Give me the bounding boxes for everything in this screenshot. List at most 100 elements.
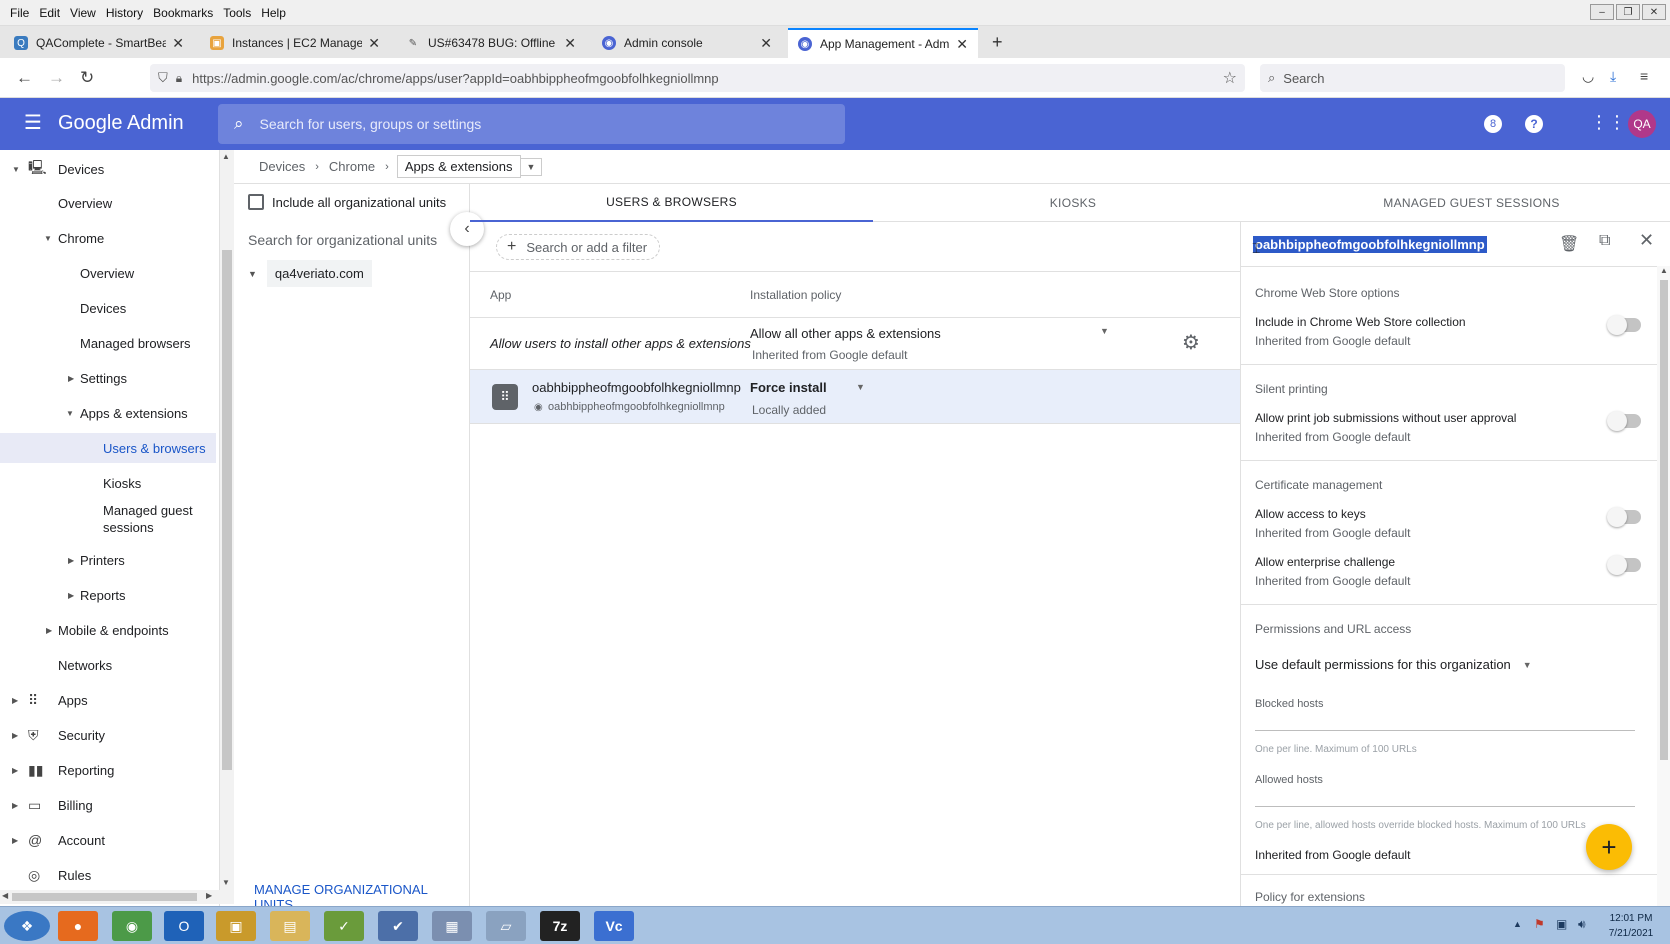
close-tab-icon[interactable]: ✕ [368, 35, 380, 52]
main-menu-icon[interactable]: ☰ [24, 110, 42, 135]
row-app-name[interactable]: oabhbippheofmgoobfolhkegniollmnp [532, 380, 741, 395]
nav-chrome-devices[interactable]: Devices [0, 293, 219, 323]
dropdown-caret-icon[interactable]: ▼ [1100, 326, 1109, 336]
tray-clock[interactable]: 12:01 PM 7/21/2021 [1600, 911, 1662, 941]
google-admin-logo[interactable]: Google Admin [58, 112, 184, 135]
admin-search-input[interactable]: ⌕ Search for users, groups or settings [218, 104, 845, 144]
ou-tree-root[interactable]: ▼ qa4veriato.com [248, 260, 372, 287]
nav-networks[interactable]: Networks [0, 650, 219, 680]
menu-help[interactable]: Help [261, 6, 286, 20]
reload-icon[interactable]: ↻ [80, 68, 94, 88]
nav-mobile-endpoints[interactable]: ▶ Mobile & endpoints [0, 615, 219, 645]
scroll-up-icon[interactable]: ▲ [222, 152, 230, 161]
breadcrumb-apps-extensions[interactable]: Apps & extensions [396, 155, 521, 178]
menu-history[interactable]: History [106, 6, 143, 20]
nav-devices[interactable]: ▼ 🖳︎ Devices [0, 154, 219, 184]
open-in-new-icon[interactable]: ⧉ [1599, 232, 1610, 250]
back-icon[interactable]: ← [16, 68, 33, 88]
nav-account[interactable]: ▶ @ Account [0, 825, 219, 855]
spreadsheet-icon[interactable]: ✓ [324, 911, 364, 941]
nav-managed-browsers[interactable]: Managed browsers [0, 328, 219, 358]
policy-select[interactable]: Allow all other apps & extensions [750, 326, 941, 341]
blocked-hosts-textarea[interactable] [1255, 730, 1635, 731]
enterprise-challenge-toggle[interactable] [1607, 555, 1641, 575]
7zip-icon[interactable]: 7z [540, 911, 580, 941]
tab-users-browsers[interactable]: USERS & BROWSERS [470, 184, 873, 222]
browser-tab-bug[interactable]: ✎ US#63478 BUG: Offline Check fo ✕ [396, 28, 586, 58]
cws-collection-toggle[interactable] [1607, 315, 1641, 335]
scroll-down-icon[interactable]: ▼ [222, 878, 230, 887]
dropdown-caret-icon[interactable]: ▼ [856, 382, 865, 392]
breadcrumb-chrome[interactable]: Chrome [329, 159, 375, 174]
bookmark-star-icon[interactable]: ☆ [1223, 68, 1237, 88]
table-row[interactable]: Allow users to install other apps & exte… [470, 318, 1240, 370]
checkbox-icon[interactable] [248, 194, 264, 210]
nav-reports[interactable]: ▶ Reports [0, 580, 219, 610]
nav-apps[interactable]: ▶ ⠿ Apps [0, 685, 219, 715]
nav-settings[interactable]: ▶ Settings [0, 363, 219, 393]
tray-flag-icon[interactable]: ⚑ [1534, 917, 1545, 931]
browser-tab-app-management[interactable]: ◉ App Management - Admin Con ✕ [788, 28, 978, 58]
nav-printers[interactable]: ▶ Printers [0, 545, 219, 575]
nav-reporting[interactable]: ▶ ▮▮ Reporting [0, 755, 219, 785]
scrollbar-thumb[interactable] [1660, 280, 1668, 760]
tray-expand-icon[interactable]: ▲ [1513, 919, 1522, 929]
nav-security[interactable]: ▶ ⛨ Security [0, 720, 219, 750]
menu-hamburger-icon[interactable]: ≡ [1640, 68, 1648, 84]
close-window-icon[interactable]: ✕ [1642, 4, 1666, 20]
scroll-left-icon[interactable]: ◀ [2, 891, 8, 900]
delete-icon[interactable]: 🗑︎ [1559, 234, 1579, 254]
nav-users-browsers[interactable]: Users & browsers [0, 433, 216, 463]
permissions-select[interactable]: Use default permissions for this organiz… [1255, 657, 1532, 672]
browser-tab-qacomplete[interactable]: Q QAComplete - SmartBear ✕ [4, 28, 194, 58]
scrollbar-thumb[interactable] [12, 893, 197, 901]
tab-managed-guest-sessions[interactable]: MANAGED GUEST SESSIONS [1273, 184, 1670, 222]
firefox-icon[interactable]: ● [58, 911, 98, 941]
panel-scrollbar[interactable]: ▲ [1657, 266, 1670, 906]
nav-chrome-overview[interactable]: Overview [0, 258, 219, 288]
tray-volume-icon[interactable]: 🔊︎ [1578, 917, 1586, 932]
close-tab-icon[interactable]: ✕ [172, 35, 184, 52]
menu-tools[interactable]: Tools [223, 6, 251, 20]
scroll-up-icon[interactable]: ▲ [1660, 266, 1668, 275]
scrollbar-thumb[interactable] [222, 250, 232, 770]
caret-down-icon[interactable]: ▼ [248, 269, 257, 279]
print-submissions-toggle[interactable] [1607, 411, 1641, 431]
address-bar[interactable]: ⛉ 🔒︎ https://admin.google.com/ac/chrome/… [150, 64, 1245, 92]
minimize-icon[interactable]: – [1590, 4, 1614, 20]
close-tab-icon[interactable]: ✕ [760, 35, 772, 52]
left-nav-horizontal-scrollbar[interactable]: ◀ ▶ [0, 890, 234, 904]
tray-network-icon[interactable]: ▣ [1556, 917, 1567, 931]
pocket-icon[interactable]: ◡ [1582, 68, 1594, 85]
restore-icon[interactable]: ❐ [1616, 4, 1640, 20]
menu-edit[interactable]: Edit [39, 6, 60, 20]
browser-tab-ec2[interactable]: ▣ Instances | EC2 Management Co ✕ [200, 28, 390, 58]
scroll-right-icon[interactable]: ▶ [206, 891, 212, 900]
menu-file[interactable]: File [10, 6, 29, 20]
nav-apps-extensions[interactable]: ▼ Apps & extensions [0, 398, 219, 428]
document-icon[interactable]: ▦ [432, 911, 472, 941]
breadcrumb-devices[interactable]: Devices [259, 159, 305, 174]
close-tab-icon[interactable]: ✕ [564, 35, 576, 52]
download-icon[interactable]: ⤓ [1610, 68, 1616, 85]
gear-icon[interactable]: ⚙ [1182, 330, 1200, 355]
help-icon[interactable]: ? [1525, 115, 1543, 133]
browser-tab-admin-console[interactable]: ◉ Admin console ✕ [592, 28, 782, 58]
close-icon[interactable]: ✕ [1639, 230, 1654, 251]
vc-icon[interactable]: Vc [594, 911, 634, 941]
avatar[interactable]: QA [1628, 110, 1656, 138]
nav-kiosks[interactable]: Kiosks [0, 468, 219, 498]
access-keys-toggle[interactable] [1607, 507, 1641, 527]
app-icon[interactable]: ▣ [216, 911, 256, 941]
tab-kiosks[interactable]: KIOSKS [873, 184, 1273, 222]
nav-managed-guest-sessions[interactable]: Managed guest sessions [0, 499, 219, 539]
panel-title[interactable]: oabhbippheofmgoobfolhkegniollmnp [1253, 236, 1487, 253]
outlook-icon[interactable]: O [164, 911, 204, 941]
notifications-badge[interactable]: 8 [1484, 115, 1502, 133]
table-row[interactable]: ⠿ oabhbippheofmgoobfolhkegniollmnp ◉ oab… [470, 370, 1240, 424]
add-filter-button[interactable]: + Search or add a filter [496, 234, 661, 260]
close-tab-icon[interactable]: ✕ [956, 36, 968, 53]
ou-root-label[interactable]: qa4veriato.com [266, 260, 372, 287]
browser-search-input[interactable]: ⌕ Search [1260, 64, 1565, 92]
nav-devices-overview[interactable]: Overview [0, 188, 219, 218]
